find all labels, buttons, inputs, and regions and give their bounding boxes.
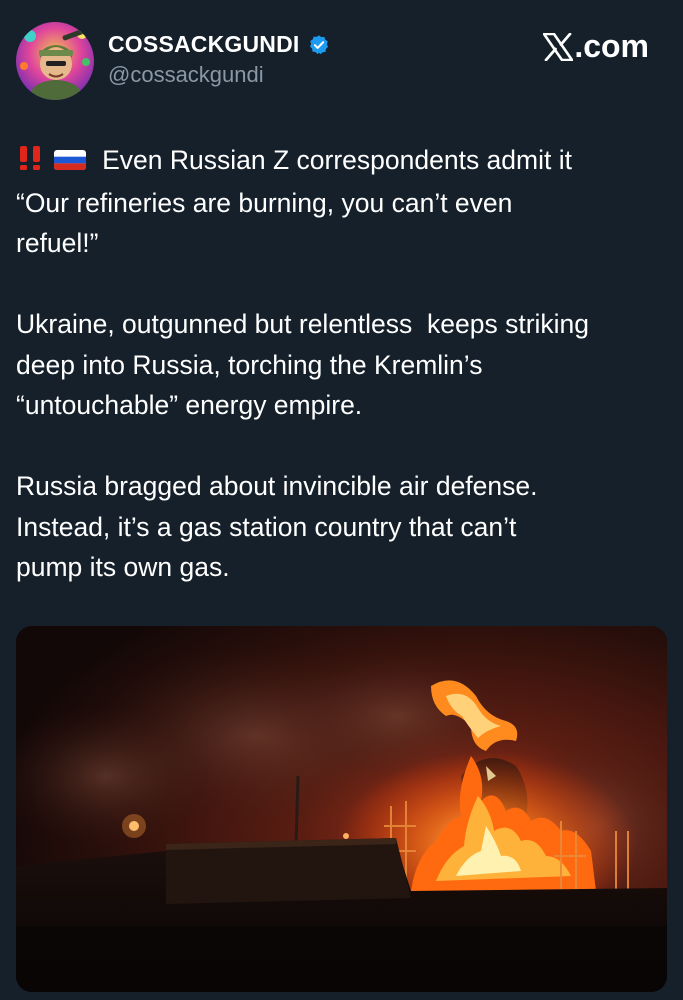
russia-flag-icon: [53, 142, 87, 183]
avatar[interactable]: [16, 22, 94, 100]
brand-domain: .com: [574, 28, 649, 64]
tweet-header: COSSACKGUNDI @cossackgundi .com: [0, 0, 683, 110]
display-name[interactable]: COSSACKGUNDI: [108, 31, 300, 58]
refinery-fire-photo: [16, 626, 667, 992]
tweet-line: “untouchable” energy empire.: [16, 390, 363, 420]
tweet-line: Even Russian Z correspondents admit it: [102, 145, 572, 175]
author-name-row: COSSACKGUNDI: [108, 31, 330, 58]
author-handle[interactable]: @cossackgundi: [108, 62, 264, 88]
tweet-line: deep into Russia, torching the Kremlin’s: [16, 349, 483, 380]
double-exclamation-icon: [16, 142, 46, 183]
tweet-media-photo[interactable]: [16, 626, 667, 992]
tweet-line: pump its own gas.: [16, 552, 230, 582]
tweet-line: refuel!”: [16, 228, 99, 258]
x-logo-icon: [543, 32, 574, 61]
tweet-line: Ukraine, outgunned but relentless keeps …: [16, 309, 590, 339]
tweet-line: Instead, it’s a gas station country that…: [16, 511, 517, 542]
tweet-text: Even Russian Z correspondents admit it “…: [16, 140, 676, 588]
brand-logo: .com: [543, 28, 649, 65]
tweet-line: “Our refineries are burning, you can’t e…: [16, 187, 513, 218]
tweet-line: Russia bragged about invincible air defe…: [16, 471, 538, 501]
verified-badge-icon: [309, 34, 328, 54]
avatar-image: [16, 22, 94, 100]
